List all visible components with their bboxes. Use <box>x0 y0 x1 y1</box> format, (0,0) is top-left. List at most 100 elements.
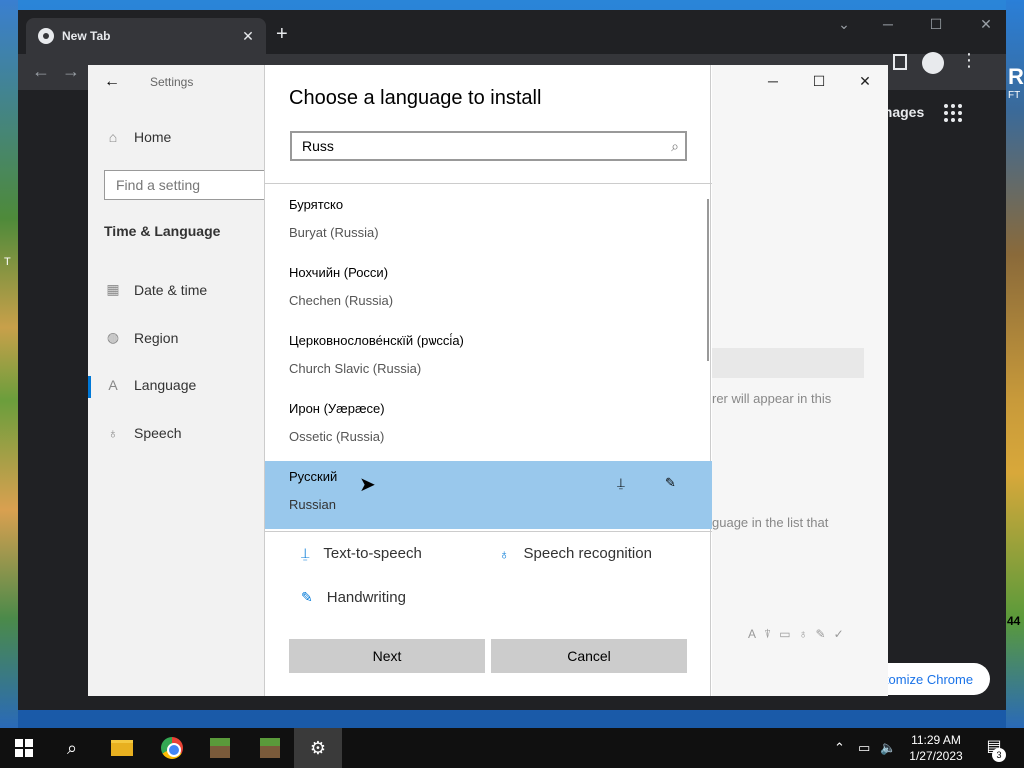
sidebar-item-label: Language <box>134 377 197 393</box>
clock-time: 11:29 AM <box>911 733 961 747</box>
tray-chevron-icon[interactable]: ⌃ <box>834 728 845 768</box>
chrome-close-button[interactable]: ✕ <box>974 16 998 33</box>
notification-badge: 3 <box>992 748 1006 762</box>
minecraft-button[interactable] <box>196 728 244 768</box>
wallpaper-left-letter: T <box>4 256 11 268</box>
volume-icon[interactable]: 🔈 <box>880 728 896 768</box>
language-native-name: Русский <box>289 469 338 484</box>
sidebar-item-home[interactable]: ⌂ Home <box>104 129 172 145</box>
language-native-name: Нохчийн (Росси) <box>289 265 389 280</box>
taskbar: ⌕ ⚙ ⌃ ▭ 🔈 11:29 AM 1/27/2023 ▤ 3 <box>0 728 1024 768</box>
tab-new-tab[interactable]: New Tab ✕ <box>26 18 266 54</box>
sidebar-item-language[interactable]: A Language <box>104 377 196 393</box>
find-setting-input[interactable]: Find a setting <box>104 170 280 200</box>
tab-title: New Tab <box>62 29 111 43</box>
wallpaper-right-small: FT <box>1008 90 1021 101</box>
text-to-speech-icon: ⍊ <box>301 545 310 561</box>
minecraft-launcher-button[interactable] <box>246 728 294 768</box>
tab-close-icon[interactable]: ✕ <box>240 28 256 45</box>
section-heading: Time & Language <box>104 223 221 239</box>
search-icon[interactable]: ⌕ <box>671 138 679 155</box>
dialog-title: Choose a language to install <box>289 87 542 109</box>
list-item[interactable]: Бурятско Buryat (Russia) <box>265 189 712 257</box>
sidebar-item-label: Region <box>134 329 179 346</box>
sidebar-item-date-time[interactable]: ▦ Date & time <box>104 281 207 298</box>
clock-date: 1/27/2023 <box>909 749 963 763</box>
dialog-divider <box>265 183 712 184</box>
settings-close-button[interactable]: ✕ <box>855 73 875 90</box>
list-scrollbar[interactable] <box>707 199 709 361</box>
chrome-minimize-button[interactable]: ─ <box>876 16 900 32</box>
back-arrow-icon[interactable]: ← <box>32 62 50 80</box>
main-panel-bar <box>712 348 864 378</box>
handwriting-icon: ✎ <box>665 475 676 490</box>
sidebar-item-label: Speech <box>134 425 182 441</box>
search-icon: ⌕ <box>66 737 78 758</box>
windows-logo-icon <box>15 739 33 757</box>
search-button[interactable]: ⌕ <box>48 728 96 768</box>
home-icon: ⌂ <box>108 129 118 145</box>
feature-label: Speech recognition <box>523 545 652 562</box>
next-button[interactable]: Next <box>289 639 485 673</box>
language-english-name: Church Slavic (Russia) <box>289 361 422 376</box>
main-panel-text: guage in the list that <box>712 515 829 530</box>
system-clock[interactable]: 11:29 AM 1/27/2023 <box>900 732 972 764</box>
chrome-menu-icon[interactable]: ⋮ <box>960 50 978 71</box>
side-panel-icon[interactable] <box>893 54 907 70</box>
wallpaper-right-number: 44 <box>1007 614 1021 628</box>
language-english-name: Buryat (Russia) <box>289 225 379 240</box>
language-icon: A <box>108 377 118 393</box>
globe-icon: ◍ <box>106 329 120 345</box>
text-to-speech-icon: ⍊ <box>617 475 625 490</box>
sidebar-item-region[interactable]: ◍ Region <box>104 329 178 346</box>
mouse-cursor-icon: ➤ <box>359 474 376 496</box>
language-feature-icons: A⍒▭♁✎✓ <box>748 627 852 641</box>
profile-avatar-icon[interactable] <box>922 52 944 74</box>
start-button[interactable] <box>0 728 48 768</box>
language-native-name: Ирон (Уæрæсе) <box>289 401 385 416</box>
list-item[interactable]: Ирон (Уæрæсе) Ossetic (Russia) <box>265 393 712 461</box>
network-icon[interactable]: ▭ <box>858 728 870 768</box>
sidebar-item-label: Home <box>134 129 172 145</box>
chrome-taskbar-button[interactable] <box>148 728 196 768</box>
google-apps-icon[interactable] <box>944 104 962 122</box>
dialog-divider <box>265 531 712 532</box>
chrome-maximize-button[interactable]: ☐ <box>924 16 948 33</box>
sidebar-item-speech[interactable]: ♁ Speech <box>104 425 182 441</box>
minecraft-icon <box>210 738 230 758</box>
active-indicator <box>88 376 91 398</box>
settings-minimize-button[interactable]: ─ <box>763 73 783 89</box>
list-item-selected[interactable]: Русский Russian ⍊ ✎ <box>265 461 712 529</box>
folder-icon <box>111 740 133 756</box>
microphone-icon: ♁ <box>499 545 510 562</box>
feature-label: Handwriting <box>326 589 406 606</box>
language-english-name: Ossetic (Russia) <box>289 429 385 444</box>
chrome-tab-search-icon[interactable]: ⌄ <box>832 16 856 33</box>
sidebar-item-label: Date & time <box>134 281 208 298</box>
list-item[interactable]: Нохчийн (Росси) Chechen (Russia) <box>265 257 712 325</box>
forward-arrow-icon[interactable]: → <box>62 62 80 80</box>
desktop-wallpaper-left <box>0 0 18 728</box>
language-search-input[interactable]: Russ ⌕ <box>290 131 687 161</box>
language-english-name: Chechen (Russia) <box>289 293 394 308</box>
search-input-value: Russ <box>302 138 334 154</box>
settings-taskbar-button[interactable]: ⚙ <box>294 728 342 768</box>
settings-main-panel <box>712 65 888 696</box>
new-tab-button[interactable]: + <box>276 24 288 44</box>
list-item[interactable]: Церковнослове́нскїй (рѡссі́а) Church Sla… <box>265 325 712 393</box>
choose-language-dialog: Choose a language to install Russ ⌕ Буря… <box>264 65 712 696</box>
handwriting-icon: ✎ <box>301 589 313 605</box>
chrome-logo-icon <box>38 28 54 44</box>
gear-icon: ⚙ <box>309 737 327 758</box>
file-explorer-button[interactable] <box>98 728 146 768</box>
back-arrow-icon[interactable]: ← <box>104 73 120 91</box>
cancel-button[interactable]: Cancel <box>491 639 687 673</box>
settings-sidebar: ← Settings ⌂ Home Find a setting Time & … <box>88 65 280 696</box>
chrome-tab-bar: New Tab ✕ + ⌄ ─ ☐ ✕ <box>18 10 1006 54</box>
language-native-name: Бурятско <box>289 197 344 212</box>
chrome-icon <box>161 737 183 759</box>
settings-maximize-button[interactable]: ☐ <box>809 73 829 90</box>
language-english-name: Russian <box>289 497 336 512</box>
feature-label: Text-to-speech <box>323 545 422 562</box>
language-native-name: Церковнослове́нскїй (рѡссі́а) <box>289 333 464 348</box>
